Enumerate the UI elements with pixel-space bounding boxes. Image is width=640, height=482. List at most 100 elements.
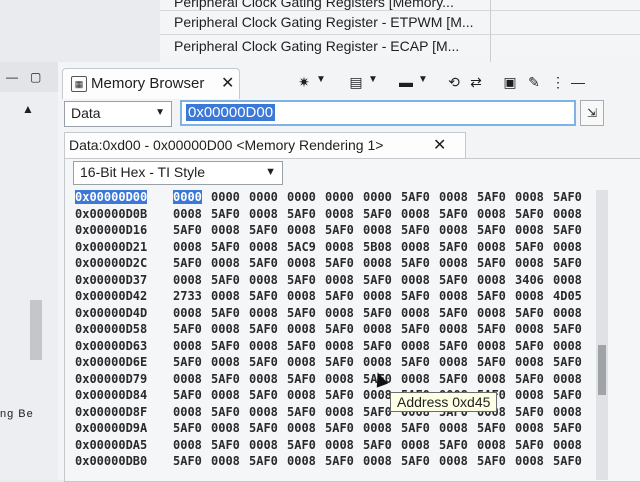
memory-cell[interactable]: 5AF0 <box>287 404 325 421</box>
chevron-down-icon[interactable]: ▼ <box>368 74 378 85</box>
memory-cell[interactable]: 0008 <box>249 272 287 289</box>
minimize-icon[interactable]: — <box>568 72 588 92</box>
memory-cell[interactable]: 0008 <box>173 239 211 256</box>
address-space-select[interactable]: Data ▼ <box>64 101 172 127</box>
new-rendering-icon[interactable]: ▣ <box>500 72 520 92</box>
memory-cell[interactable]: 0008 <box>363 321 401 338</box>
memory-cell[interactable]: 0008 <box>325 404 363 421</box>
memory-cell[interactable]: 5AF0 <box>325 288 363 305</box>
address-input[interactable]: 0x00000D00 <box>180 100 576 126</box>
sync-icon[interactable]: ⇄ <box>466 72 486 92</box>
memory-cell[interactable]: 5AF0 <box>363 338 401 355</box>
memory-cell[interactable]: 0008 <box>553 404 591 421</box>
memory-cell[interactable]: 0008 <box>439 420 477 437</box>
format-select[interactable]: 16-Bit Hex - TI Style ▼ <box>73 161 283 185</box>
memory-cell[interactable]: 5AF0 <box>249 222 287 239</box>
memory-cell[interactable]: 5AF0 <box>401 453 439 470</box>
memory-cell[interactable]: 5AF0 <box>173 354 211 371</box>
memory-cell[interactable]: 0008 <box>173 305 211 322</box>
memory-cell[interactable]: 0008 <box>211 321 249 338</box>
memory-cell[interactable]: 5AF0 <box>553 321 591 338</box>
memory-cell[interactable]: 5AF0 <box>401 420 439 437</box>
memory-cell[interactable]: 0008 <box>287 387 325 404</box>
memory-cell[interactable]: 0008 <box>363 288 401 305</box>
memory-cell[interactable]: 0008 <box>211 420 249 437</box>
memory-cell[interactable]: 5AF0 <box>553 255 591 272</box>
memory-cell[interactable]: 0008 <box>287 453 325 470</box>
memory-cell[interactable]: 0008 <box>363 255 401 272</box>
memory-cell[interactable]: 5AF0 <box>439 338 477 355</box>
memory-cell[interactable]: 5AF0 <box>325 387 363 404</box>
memory-cell[interactable]: 5AF0 <box>515 437 553 454</box>
memory-cell[interactable]: 5AF0 <box>249 321 287 338</box>
memory-cell[interactable]: 5AF0 <box>401 189 439 206</box>
memory-cell[interactable]: 0008 <box>401 338 439 355</box>
memory-cell[interactable]: 5AF0 <box>363 206 401 223</box>
memory-cell[interactable]: 5AF0 <box>173 387 211 404</box>
memory-cell[interactable]: 5AF0 <box>553 453 591 470</box>
memory-cell[interactable]: 0008 <box>515 387 553 404</box>
register-row[interactable]: Peripheral Clock Gating Register - ETPWM… <box>160 12 640 32</box>
memory-cell[interactable]: 0008 <box>515 354 553 371</box>
memory-cell[interactable]: 5AF0 <box>211 305 249 322</box>
memory-cell[interactable]: 5AF0 <box>173 321 211 338</box>
memory-cell[interactable]: 5AF0 <box>401 354 439 371</box>
memory-cell[interactable]: 5AF0 <box>439 437 477 454</box>
memory-cell[interactable]: 0008 <box>439 354 477 371</box>
memory-cell[interactable]: 0008 <box>325 371 363 388</box>
memory-cell[interactable]: 0008 <box>211 453 249 470</box>
memory-cell[interactable]: 5AF0 <box>439 239 477 256</box>
memory-cell[interactable]: 5AF0 <box>401 255 439 272</box>
memory-cell[interactable]: 5AF0 <box>211 371 249 388</box>
memory-cell[interactable]: 0008 <box>363 222 401 239</box>
memory-cell[interactable]: 5AF0 <box>477 321 515 338</box>
memory-cell[interactable]: 0008 <box>401 272 439 289</box>
memory-cell[interactable]: 5AF0 <box>477 222 515 239</box>
memory-cell[interactable]: 0008 <box>211 288 249 305</box>
memory-cell[interactable]: 0008 <box>553 239 591 256</box>
memory-cell[interactable]: 3406 <box>515 272 553 289</box>
memory-cell[interactable]: 0000 <box>325 189 363 206</box>
memory-cell[interactable]: 0008 <box>211 387 249 404</box>
memory-cell[interactable]: 0008 <box>325 305 363 322</box>
memory-cell[interactable]: 0008 <box>477 305 515 322</box>
memory-cell[interactable]: 0008 <box>515 420 553 437</box>
memory-cell[interactable]: 5AF0 <box>477 288 515 305</box>
scrollbar-thumb[interactable] <box>598 345 606 395</box>
memory-cell[interactable]: 5AF0 <box>249 288 287 305</box>
tab-memory-browser[interactable]: ▦ Memory Browser ✕ <box>62 68 240 99</box>
memory-cell[interactable]: 5AF0 <box>553 222 591 239</box>
memory-cell[interactable]: 5AF0 <box>477 420 515 437</box>
close-icon[interactable]: ✕ <box>221 73 234 93</box>
memory-cell[interactable]: 0008 <box>249 338 287 355</box>
maximize-icon[interactable]: ▢ <box>30 70 41 84</box>
memory-cell[interactable]: 5AF0 <box>515 206 553 223</box>
memory-cell[interactable]: 5AF0 <box>439 371 477 388</box>
memory-cell[interactable]: 0008 <box>287 321 325 338</box>
memory-cell[interactable]: 0008 <box>553 305 591 322</box>
memory-cell[interactable]: 0008 <box>439 222 477 239</box>
memory-cell[interactable]: 5AF0 <box>363 272 401 289</box>
memory-cell[interactable]: 0008 <box>249 305 287 322</box>
memory-cell[interactable]: 0008 <box>515 288 553 305</box>
memory-cell[interactable]: 5AF0 <box>439 206 477 223</box>
memory-cell[interactable]: 5AF0 <box>515 338 553 355</box>
memory-cell[interactable]: 0008 <box>515 255 553 272</box>
memory-cell[interactable]: 5AF0 <box>249 420 287 437</box>
memory-cell[interactable]: 0008 <box>287 222 325 239</box>
memory-cell[interactable]: 0008 <box>439 288 477 305</box>
memory-cell[interactable]: 0008 <box>477 206 515 223</box>
memory-cell[interactable]: 0008 <box>173 371 211 388</box>
memory-cell[interactable]: 0008 <box>553 206 591 223</box>
memory-cell[interactable]: 0008 <box>173 272 211 289</box>
memory-cell[interactable]: 5AF0 <box>325 255 363 272</box>
memory-cell[interactable]: 0008 <box>439 189 477 206</box>
memory-cell[interactable]: 0008 <box>211 255 249 272</box>
memory-cell[interactable]: 0008 <box>249 206 287 223</box>
memory-cell[interactable]: 4D05 <box>553 288 591 305</box>
memory-cell[interactable]: 0008 <box>515 453 553 470</box>
memory-cell[interactable]: 0008 <box>401 437 439 454</box>
memory-cell[interactable]: 5AF0 <box>553 354 591 371</box>
memory-cell[interactable]: 0008 <box>173 404 211 421</box>
import-icon[interactable]: ▤ <box>346 72 366 92</box>
